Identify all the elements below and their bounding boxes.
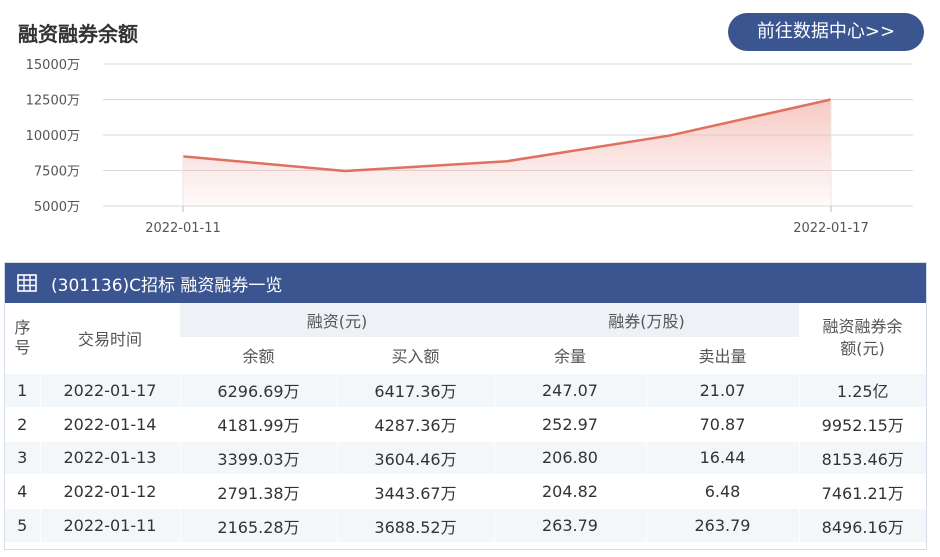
cell-margin-buy: 3688.52万 (336, 508, 494, 542)
cell-margin-balance: 6296.69万 (179, 373, 337, 408)
cell-short-balance: 252.97 (493, 406, 646, 442)
cell-seq: 5 (5, 508, 40, 542)
cell-total: 1.25亿 (798, 373, 926, 408)
cell-margin-balance: 4181.99万 (179, 406, 337, 442)
cell-date: 2022-01-14 (39, 406, 180, 442)
table-grid-icon (17, 274, 37, 292)
cell-short-sell: 6.48 (645, 474, 799, 509)
header-short-group: 融券(万股) (494, 303, 799, 337)
cell-date: 2022-01-17 (39, 373, 180, 408)
cell-seq: 1 (5, 373, 40, 408)
y-tick-label: 12500万 (26, 94, 80, 109)
header-margin-group: 融资(元) (180, 303, 494, 337)
cell-short-balance: 263.79 (493, 508, 646, 542)
cell-short-sell: 21.07 (645, 373, 799, 408)
table-row: 2 2022-01-14 4181.99万 4287.36万 252.97 70.87 99… (5, 406, 926, 442)
table-row: 5 2022-01-11 2165.28万 3688.52万 263.79 263.79 8… (5, 508, 926, 542)
page-title: 融资融券余额 (18, 22, 138, 46)
cell-seq: 4 (5, 474, 40, 509)
cell-short-sell: 263.79 (645, 508, 799, 542)
margin-balance-chart: 15000万 12500万 10000万 7500万 5000万 2022-01-11 20… (26, 58, 913, 236)
cell-margin-buy: 6417.36万 (336, 373, 494, 408)
cell-total: 8496.16万 (798, 508, 926, 542)
data-center-button[interactable]: 前往数据中心>> (728, 13, 924, 51)
y-tick-label: 5000万 (34, 200, 80, 215)
y-tick-label: 10000万 (26, 129, 80, 144)
table-row: 3 2022-01-13 3399.03万 3604.46万 206.80 16.44 81… (5, 440, 926, 475)
cell-short-balance: 206.80 (493, 440, 646, 475)
margin-table-panel: (301136)C招标 融资融券一览 序号 交易时间 融资(元) 融券(万股) … (4, 262, 927, 550)
cell-short-balance: 247.07 (493, 373, 646, 408)
header-date: 交易时间 (77, 330, 142, 349)
cell-seq: 3 (5, 440, 40, 475)
cell-seq: 2 (5, 406, 40, 442)
table-row: 1 2022-01-17 6296.69万 6417.36万 247.07 21.07 1.… (5, 373, 926, 408)
cell-short-sell: 70.87 (645, 406, 799, 442)
cell-date: 2022-01-13 (39, 440, 180, 475)
cell-total: 8153.46万 (798, 440, 926, 475)
cell-date: 2022-01-11 (39, 508, 180, 542)
cell-short-sell: 16.44 (645, 440, 799, 475)
header-short-balance: 余量 (553, 347, 586, 366)
cell-margin-buy: 4287.36万 (336, 406, 494, 442)
y-tick-label: 7500万 (34, 165, 80, 180)
header-short-sell: 卖出量 (698, 347, 747, 366)
table-panel-header: (301136)C招标 融资融券一览 (5, 263, 926, 303)
cell-total: 9952.15万 (798, 406, 926, 442)
margin-table: 序号 交易时间 融资(元) 融券(万股) 融资融券余额(元) 余额 买入额 余量… (5, 303, 926, 542)
x-tick-label: 2022-01-17 (793, 221, 869, 236)
header-total: 融资融券余额(元) (822, 317, 903, 358)
cell-margin-balance: 2791.38万 (179, 474, 337, 509)
header-seq: 序号 (14, 318, 31, 357)
cell-margin-buy: 3443.67万 (336, 474, 494, 509)
header-margin-buy: 买入额 (391, 347, 440, 366)
table-title: (301136)C招标 融资融券一览 (51, 275, 283, 296)
cell-margin-balance: 3399.03万 (179, 440, 337, 475)
y-tick-label: 15000万 (26, 58, 80, 73)
cell-total: 7461.21万 (798, 474, 926, 509)
cell-margin-buy: 3604.46万 (336, 440, 494, 475)
header-margin-balance: 余额 (242, 347, 275, 366)
cell-short-balance: 204.82 (493, 474, 646, 509)
cell-margin-balance: 2165.28万 (179, 508, 337, 542)
cell-date: 2022-01-12 (39, 474, 180, 509)
x-tick-label: 2022-01-11 (145, 221, 221, 236)
series-area (183, 99, 831, 206)
table-row: 4 2022-01-12 2791.38万 3443.67万 204.82 6.48 746… (5, 474, 926, 509)
